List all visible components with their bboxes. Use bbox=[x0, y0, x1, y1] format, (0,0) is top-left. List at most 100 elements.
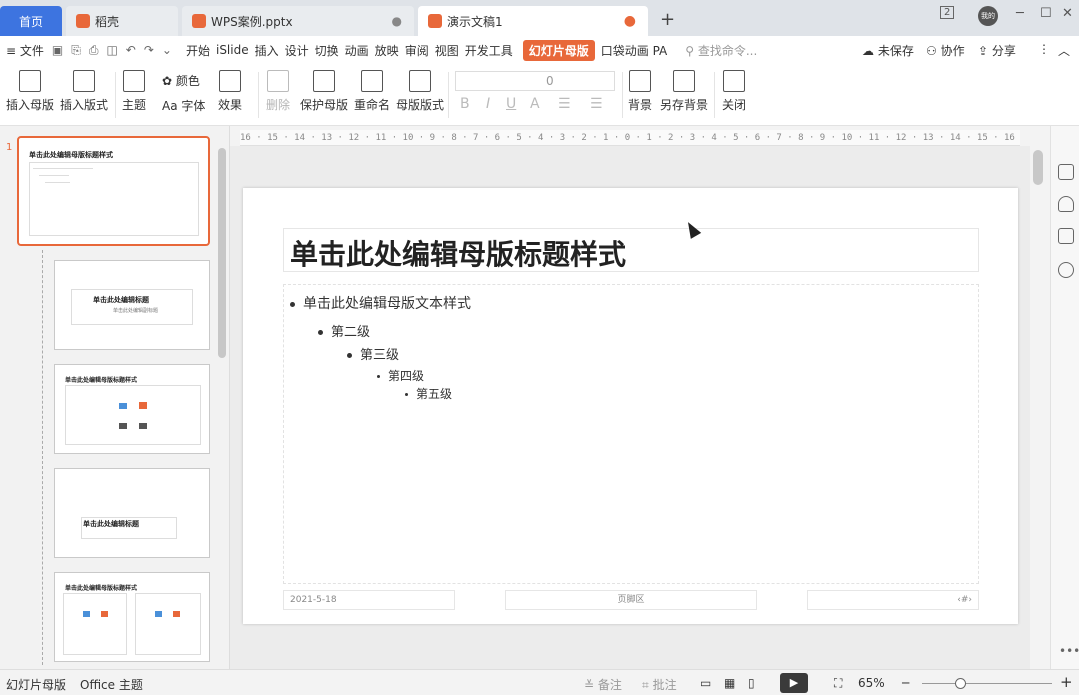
bullet-list-icon[interactable]: ☰ bbox=[558, 96, 571, 112]
collapse-ribbon-icon[interactable]: ︿ bbox=[1058, 42, 1070, 59]
zoom-out-button[interactable]: ─ bbox=[902, 676, 909, 690]
menu-item-design[interactable]: 设计 bbox=[285, 42, 309, 59]
footer-center-placeholder[interactable]: 页脚区 bbox=[505, 590, 757, 610]
thumbnail-title-layout[interactable]: 单击此处编辑标题 单击此处编辑副标题 bbox=[54, 260, 210, 350]
close-master-button[interactable]: 关闭 bbox=[722, 70, 746, 113]
text-level-1[interactable]: 单击此处编辑母版文本样式 bbox=[290, 293, 471, 313]
italic-button[interactable]: I bbox=[486, 96, 490, 112]
redo-icon[interactable]: ↷ bbox=[144, 43, 154, 57]
menu-item-slideshow[interactable]: 放映 bbox=[375, 42, 399, 59]
footer-number: ‹#› bbox=[957, 595, 972, 605]
menu-item-review[interactable]: 审阅 bbox=[405, 42, 429, 59]
tab-wps-case[interactable]: WPS案例.pptx ● bbox=[182, 6, 414, 36]
effect-button[interactable]: 效果 bbox=[218, 70, 242, 113]
share-button[interactable]: ⇪ 分享 bbox=[978, 42, 1016, 59]
bold-button[interactable]: B bbox=[460, 96, 470, 112]
save-background-button[interactable]: 另存背景 bbox=[660, 70, 708, 113]
zoom-level[interactable]: 65% bbox=[858, 676, 885, 690]
save-icon[interactable]: ▣ bbox=[52, 43, 63, 57]
avatar[interactable]: 我的 bbox=[978, 6, 998, 26]
thumbnail-scrollbar[interactable] bbox=[218, 148, 226, 358]
slide-title[interactable]: 单击此处编辑母版标题样式 bbox=[290, 233, 626, 273]
customize-icon[interactable]: ⌄ bbox=[162, 43, 172, 57]
undo-icon[interactable]: ↶ bbox=[126, 43, 136, 57]
font-size-select[interactable]: 0 bbox=[455, 71, 615, 91]
menu-item-pocket-animation[interactable]: 口袋动画 PA bbox=[601, 42, 668, 59]
tab-daoke[interactable]: 稻壳 bbox=[66, 6, 178, 36]
help-icon[interactable] bbox=[1058, 262, 1074, 278]
zoom-in-button[interactable]: + bbox=[1060, 673, 1073, 691]
zoom-slider-track[interactable] bbox=[922, 683, 1052, 684]
menu-item-animation[interactable]: 动画 bbox=[345, 42, 369, 59]
thumbnail-master[interactable]: 单击此处编辑母版标题样式 bbox=[17, 136, 210, 246]
menu-item-insert[interactable]: 插入 bbox=[255, 42, 279, 59]
file-menu[interactable]: ≡ 文件 bbox=[6, 42, 44, 59]
horizontal-ruler[interactable]: 16 · 15 · 14 · 13 · 12 · 11 · 10 · 9 · 8… bbox=[240, 130, 1020, 146]
menu-item-islide[interactable]: iSlide bbox=[216, 43, 249, 57]
tab-home[interactable]: 首页 bbox=[0, 6, 62, 36]
underline-button[interactable]: U bbox=[506, 96, 516, 112]
font-theme-button[interactable]: Aa 字体 bbox=[162, 97, 205, 114]
fit-window-icon[interactable]: ⛶ bbox=[834, 676, 842, 691]
menu-item-start[interactable]: 开始 bbox=[186, 42, 210, 59]
preview-icon[interactable]: ◫ bbox=[106, 43, 117, 57]
unsaved-dot-icon[interactable]: ● bbox=[624, 13, 636, 29]
rename-button[interactable]: 重命名 bbox=[354, 70, 390, 113]
footer-number-placeholder[interactable]: ‹#› bbox=[807, 590, 979, 610]
slide-sorter-icon[interactable]: ▦ bbox=[724, 676, 735, 690]
window-count-badge[interactable]: 2 bbox=[940, 6, 955, 19]
zoom-slider-handle[interactable] bbox=[955, 678, 966, 689]
menu-item-view[interactable]: 视图 bbox=[435, 42, 459, 59]
text-level-5[interactable]: 第五级 bbox=[405, 385, 452, 402]
search-command-input[interactable]: ⚲ 查找命令... bbox=[685, 42, 757, 59]
thumbnail-two-content-layout[interactable]: 单击此处编辑母版标题样式 bbox=[54, 572, 210, 662]
play-slideshow-button[interactable]: ▶ bbox=[780, 673, 808, 693]
thumb-image-icon bbox=[119, 403, 127, 409]
unsaved-status[interactable]: ☁ 未保存 bbox=[862, 42, 914, 59]
print-icon[interactable]: ⎙ bbox=[89, 43, 99, 58]
master-layout-button[interactable]: 母版版式 bbox=[396, 70, 444, 113]
collaborate-button[interactable]: ⚇ 协作 bbox=[926, 42, 965, 59]
background-button[interactable]: 背景 bbox=[628, 70, 652, 113]
protect-master-button[interactable]: 保护母版 bbox=[300, 70, 348, 113]
reading-view-icon[interactable]: ▯ bbox=[748, 676, 755, 690]
properties-icon[interactable] bbox=[1058, 164, 1074, 180]
body-placeholder[interactable]: 单击此处编辑母版文本样式 第二级 第三级 第四级 第五级 bbox=[283, 284, 979, 584]
thumb-title: 单击此处编辑标题 bbox=[93, 296, 149, 304]
thumbnail-content-layout[interactable]: 单击此处编辑母版标题样式 bbox=[54, 364, 210, 454]
menu-item-devtools[interactable]: 开发工具 bbox=[465, 42, 513, 59]
new-tab-button[interactable]: + bbox=[660, 9, 675, 30]
minimize-button[interactable]: ─ bbox=[1016, 6, 1024, 21]
tab-close-dot-icon[interactable]: ● bbox=[392, 14, 402, 28]
export-icon[interactable]: ⎘ bbox=[71, 43, 81, 58]
text-level-2[interactable]: 第二级 bbox=[318, 321, 370, 340]
text-level-4[interactable]: 第四级 bbox=[377, 367, 424, 384]
insert-layout-button[interactable]: 插入版式 bbox=[60, 70, 108, 113]
delete-button[interactable]: 删除 bbox=[266, 70, 290, 113]
tab-presentation[interactable]: 演示文稿1 ● bbox=[418, 6, 648, 36]
menu-item-transition[interactable]: 切换 bbox=[315, 42, 339, 59]
more-options-icon[interactable]: ••• bbox=[1059, 644, 1079, 658]
pin-icon[interactable] bbox=[1058, 196, 1074, 212]
theme-button[interactable]: 主题 bbox=[122, 70, 146, 113]
title-placeholder[interactable]: 单击此处编辑母版标题样式 bbox=[283, 228, 979, 272]
copy-icon[interactable] bbox=[1058, 228, 1074, 244]
canvas-scrollbar[interactable] bbox=[1033, 150, 1043, 185]
slide-master-canvas[interactable]: 单击此处编辑母版标题样式 单击此处编辑母版文本样式 第二级 第三级 第四级 第五… bbox=[243, 188, 1018, 624]
more-menu-icon[interactable]: ⋮ bbox=[1038, 42, 1050, 56]
footer-date-placeholder[interactable]: 2021-5-18 bbox=[283, 590, 455, 610]
text-level-3[interactable]: 第三级 bbox=[347, 344, 399, 363]
thumb-image-icon bbox=[155, 611, 162, 617]
font-color-button[interactable]: A bbox=[530, 96, 540, 112]
thumb-body bbox=[65, 385, 201, 445]
close-window-button[interactable]: ✕ bbox=[1062, 6, 1073, 21]
menu-item-slide-master[interactable]: 幻灯片母版 bbox=[522, 39, 595, 61]
notes-button[interactable]: ≚ 备注 bbox=[584, 676, 622, 693]
insert-master-button[interactable]: 插入母版 bbox=[6, 70, 54, 113]
numbered-list-icon[interactable]: ☰ bbox=[590, 96, 603, 112]
color-button[interactable]: ✿ 颜色 bbox=[162, 72, 200, 89]
maximize-button[interactable]: ☐ bbox=[1040, 6, 1052, 21]
normal-view-icon[interactable]: ▭ bbox=[700, 676, 711, 690]
thumbnail-section-layout[interactable]: 单击此处编辑标题 bbox=[54, 468, 210, 558]
comments-button[interactable]: ⌗ 批注 bbox=[642, 676, 677, 693]
